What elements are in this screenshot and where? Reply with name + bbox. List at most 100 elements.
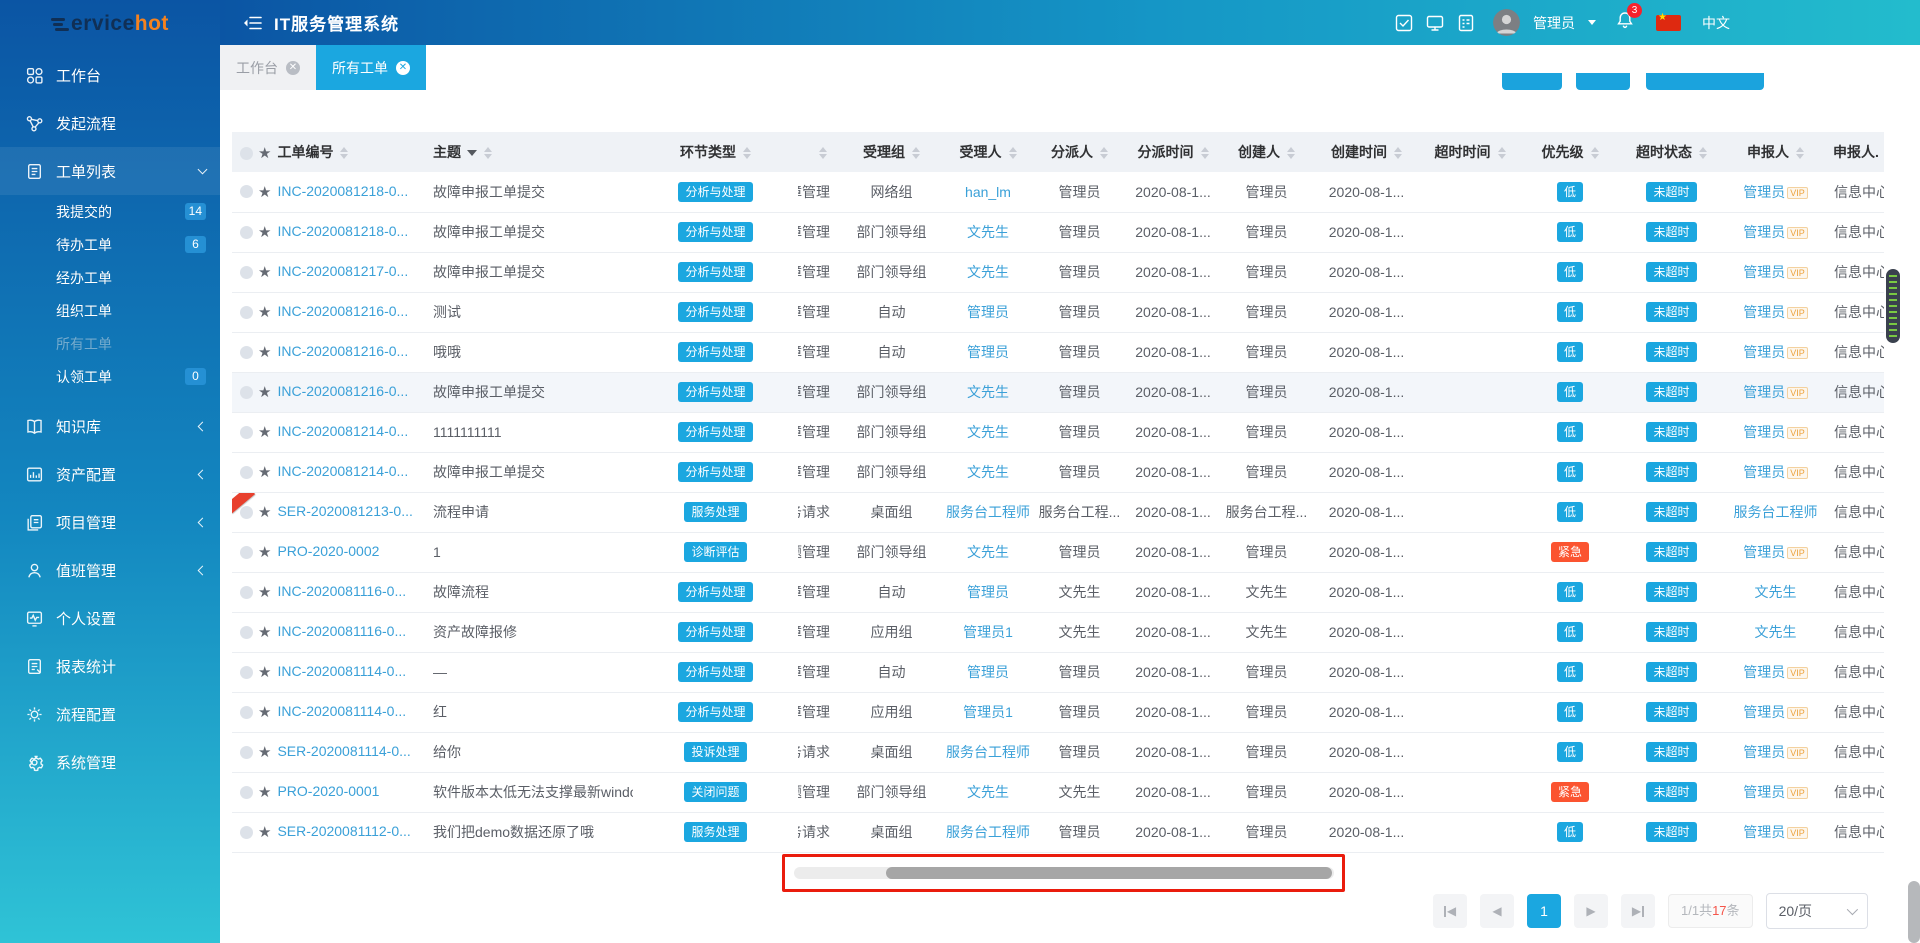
- star-icon[interactable]: ★: [258, 544, 271, 561]
- star-icon[interactable]: ★: [258, 304, 271, 321]
- order-id-link[interactable]: INC-2020081116-0...: [277, 583, 406, 599]
- tab-workbench[interactable]: 工作台 ✕: [220, 45, 316, 90]
- order-id-link[interactable]: PRO-2020-0002: [277, 543, 379, 559]
- sort-icon[interactable]: [1796, 147, 1804, 160]
- user-link[interactable]: 文先生: [967, 424, 1009, 440]
- order-id-link[interactable]: INC-2020081216-0...: [277, 303, 408, 319]
- user-link[interactable]: 管理员: [1743, 464, 1785, 480]
- column-header-group[interactable]: 受理组: [840, 132, 943, 172]
- select-circle[interactable]: [240, 505, 253, 519]
- sidebar-item-9[interactable]: 流程配置: [0, 690, 220, 738]
- sort-icon[interactable]: [1590, 147, 1599, 160]
- language-switch[interactable]: 中文: [1702, 13, 1730, 33]
- sort-icon[interactable]: [1699, 147, 1707, 160]
- partial-button[interactable]: [1502, 73, 1562, 90]
- table-row[interactable]: ★ INC-2020081116-0... 故障流程 分析与处理 故障管理自动 管理员 文先…: [232, 572, 1884, 613]
- right-mini-scrollbar[interactable]: [1886, 269, 1900, 343]
- order-id-link[interactable]: INC-2020081217-0...: [277, 263, 408, 279]
- select-circle[interactable]: [240, 225, 253, 239]
- todo-check-icon[interactable]: [1394, 13, 1414, 33]
- order-id-link[interactable]: INC-2020081216-0...: [277, 343, 408, 359]
- table-row[interactable]: ★ INC-2020081216-0... 故障申报工单提交 分析与处理 故障管理部门领…: [232, 372, 1884, 413]
- column-header-dispatcher[interactable]: 分派人: [1033, 132, 1126, 172]
- user-link[interactable]: 服务台工程师: [946, 744, 1030, 760]
- user-link[interactable]: 文先生: [1755, 624, 1797, 640]
- order-id-link[interactable]: PRO-2020-0001: [277, 783, 379, 799]
- user-link[interactable]: 管理员: [967, 584, 1009, 600]
- user-link[interactable]: 管理员: [1743, 424, 1785, 440]
- star-icon[interactable]: ★: [258, 784, 271, 801]
- table-row[interactable]: ★SER-2020081114-0...给你投诉处理服务请求桌面组服务台工程师管…: [232, 732, 1884, 773]
- order-id-link[interactable]: INC-2020081214-0...: [277, 423, 408, 439]
- tab-all-orders[interactable]: 所有工单 ✕: [316, 45, 426, 90]
- user-link[interactable]: 管理员: [967, 344, 1009, 360]
- select-circle[interactable]: [240, 825, 253, 839]
- table-row[interactable]: ★ INC-2020081218-0... 故障申报工单提交 分析与处理 故障管理部门领…: [232, 212, 1884, 253]
- order-id-link[interactable]: SER-2020081213-0...: [277, 503, 412, 519]
- sidebar-subitem-3[interactable]: 组织工单: [0, 294, 220, 327]
- user-link[interactable]: 管理员: [1743, 184, 1785, 200]
- star-icon[interactable]: ★: [258, 664, 271, 681]
- column-header-id[interactable]: ★ 工单编号: [232, 132, 425, 172]
- select-circle[interactable]: [240, 425, 253, 439]
- sidebar-item-3[interactable]: 知识库: [0, 402, 220, 450]
- select-circle[interactable]: [240, 785, 253, 799]
- star-icon[interactable]: ★: [258, 744, 271, 761]
- user-link[interactable]: 管理员: [1743, 744, 1785, 760]
- table-row[interactable]: ★INC-2020081114-0...—分析与处理故障管理自动管理员管理员20…: [232, 652, 1884, 693]
- user-link[interactable]: 文先生: [967, 384, 1009, 400]
- select-circle[interactable]: [240, 625, 253, 639]
- user-link[interactable]: 文先生: [967, 544, 1009, 560]
- sort-icon[interactable]: [912, 147, 920, 160]
- column-header-dispatch_time[interactable]: 分派时间: [1126, 132, 1220, 172]
- user-link[interactable]: 服务台工程师: [946, 824, 1030, 840]
- user-link[interactable]: 管理员1: [963, 704, 1013, 720]
- select-circle[interactable]: [240, 545, 253, 559]
- table-row[interactable]: ★PRO-2020-00021诊断评估问题管理部门领导组文先生管理员2020-0…: [232, 532, 1884, 573]
- clipboard-list-icon[interactable]: [1456, 13, 1476, 33]
- monitor-share-icon[interactable]: [1425, 13, 1445, 33]
- table-row[interactable]: ★ SER-2020081112-0... 我们把demo数据还原了哦 服务处理 服务请…: [232, 812, 1884, 853]
- select-circle[interactable]: [240, 465, 253, 479]
- user-link[interactable]: han_lm: [965, 184, 1011, 200]
- star-icon[interactable]: ★: [258, 224, 271, 241]
- sidebar-item-10[interactable]: 系统管理: [0, 738, 220, 786]
- user-link[interactable]: 管理员: [1743, 784, 1785, 800]
- table-row[interactable]: ★ INC-2020081218-0... 故障申报工单提交 分析与处理 故障管理网络组…: [232, 172, 1884, 213]
- column-header-timeout_status[interactable]: 超时状态: [1620, 132, 1723, 172]
- user-link[interactable]: 管理员: [1743, 544, 1785, 560]
- sort-icon[interactable]: [340, 147, 349, 160]
- sidebar-item-0[interactable]: 工作台: [0, 51, 220, 99]
- select-circle[interactable]: [240, 265, 253, 279]
- select-circle[interactable]: [240, 705, 253, 719]
- order-id-link[interactable]: INC-2020081116-0...: [277, 623, 406, 639]
- star-icon[interactable]: ★: [258, 464, 271, 481]
- sort-icon[interactable]: [484, 147, 492, 160]
- select-circle[interactable]: [240, 345, 253, 359]
- horizontal-scrollbar[interactable]: [794, 867, 1334, 879]
- first-page-button[interactable]: ◀: [1433, 894, 1467, 928]
- table-row[interactable]: ★ INC-2020081114-0... 红 分析与处理 故障管理应用组 管理员1 管理员…: [232, 692, 1884, 733]
- select-circle[interactable]: [240, 665, 253, 679]
- order-id-link[interactable]: INC-2020081218-0...: [277, 223, 408, 239]
- star-icon[interactable]: ★: [258, 584, 271, 601]
- user-link[interactable]: 管理员: [967, 304, 1009, 320]
- user-link[interactable]: 文先生: [967, 784, 1009, 800]
- user-link[interactable]: 管理员: [1743, 304, 1785, 320]
- user-link[interactable]: 管理员: [1743, 384, 1785, 400]
- user-avatar[interactable]: [1493, 9, 1520, 36]
- sidebar-item-8[interactable]: 报表统计: [0, 642, 220, 690]
- user-link[interactable]: 管理员: [1743, 704, 1785, 720]
- sort-icon[interactable]: [1100, 147, 1108, 160]
- user-link[interactable]: 文先生: [967, 224, 1009, 240]
- sidebar-subitem-2[interactable]: 经办工单: [0, 261, 220, 294]
- table-row[interactable]: ★ INC-2020081116-0... 资产故障报修 分析与处理 故障管理应用组 管理…: [232, 612, 1884, 653]
- column-header-priority[interactable]: 优先级: [1520, 132, 1620, 172]
- star-icon[interactable]: ★: [258, 504, 271, 521]
- user-link[interactable]: 管理员: [1743, 824, 1785, 840]
- flag-icon[interactable]: ★: [1656, 12, 1681, 31]
- select-all-circle[interactable]: [240, 146, 253, 160]
- table-row[interactable]: ★INC-2020081216-0...哦哦分析与处理故障管理自动管理员管理员2…: [232, 332, 1884, 373]
- order-id-link[interactable]: INC-2020081114-0...: [277, 703, 406, 719]
- column-header-create_time[interactable]: 创建时间: [1313, 132, 1420, 172]
